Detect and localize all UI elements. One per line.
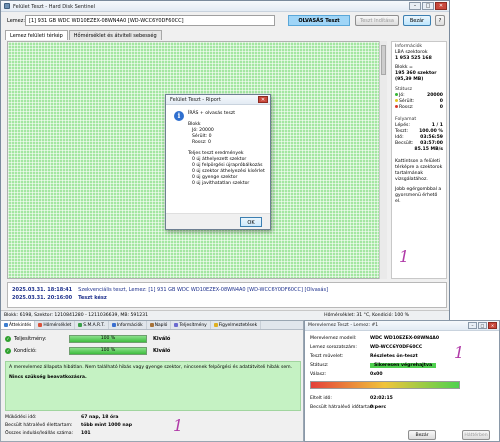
health-message: A merevlemez állapota hibátlan. Nem talá…	[5, 361, 301, 411]
report-line: 0 új javíthatatlan szektor	[192, 181, 250, 186]
log-icon	[149, 323, 154, 327]
status-bar: Blokk: 6198, Szektor: 1210841280 - 12110…	[1, 310, 449, 320]
status-right: Hőmérséklet: 31 °C, Kondíció: 100 %	[324, 313, 409, 318]
tab-surface-map[interactable]: Lemez felületi térkép	[5, 30, 68, 40]
hint-rightclick: Jobb egérgombbal a gyorsmenü érhető el.	[395, 187, 442, 204]
close-button[interactable]: Bezár	[403, 15, 431, 26]
performance-bar: 100 %	[69, 335, 147, 343]
overview-tabs: Áttekintés Hőmérséklet S.M.A.R.T. Inform…	[1, 321, 303, 330]
ok-button[interactable]: OK	[240, 217, 262, 227]
stat-row: Működési idő: 67 nap, 18 óra	[5, 415, 119, 420]
info-icon	[111, 323, 116, 327]
log-line: 2025.03.31. 18:18:41 Szekvenciális teszt,…	[12, 287, 329, 293]
help-icon[interactable]: ?	[435, 15, 445, 26]
overview-panel: Áttekintés Hőmérséklet S.M.A.R.T. Inform…	[0, 320, 304, 442]
log-line: 2025.03.31. 20:16:00 Teszt kész	[12, 295, 107, 301]
app-icon	[4, 3, 10, 9]
overview-stats: Működési idő: 67 nap, 18 óra Becsült hátr…	[5, 414, 301, 438]
selftest-titlebar[interactable]: Merevlemez Teszt - Lemez: #1 – □ ✕	[305, 321, 499, 331]
maximize-icon[interactable]: □	[422, 2, 434, 10]
close-icon[interactable]: ✕	[435, 2, 447, 10]
performance-row: ✓ Teljesítmény: 100 % Kiváló	[5, 335, 171, 343]
tab-smart[interactable]: S.M.A.R.T.	[75, 321, 109, 329]
check-icon: ✓	[5, 336, 11, 342]
selftest-status-badge: Sikeresen végrehajtva	[370, 363, 437, 368]
scrollbar-thumb[interactable]	[381, 45, 386, 75]
overview-icon	[4, 323, 8, 327]
health-bar: 100 %	[69, 347, 147, 355]
info-panel: Információk LBA szektorok 1 953 525 168 …	[391, 41, 447, 279]
close-icon[interactable]: ✕	[258, 96, 268, 103]
start-test-button[interactable]: Teszt Indítása	[355, 15, 399, 26]
handwritten-annotation: 1	[399, 247, 410, 266]
disk-label: Lemez:	[7, 18, 26, 24]
selftest-progress-bar	[310, 381, 460, 389]
health-row: ✓ Kondíció: 100 % Kiváló	[5, 347, 171, 355]
disk-select[interactable]: [1] 931 GB WDC WD10EZEX-08WN4A0 [WD-WCC6…	[25, 15, 275, 26]
minimize-icon[interactable]: –	[409, 2, 421, 10]
close-icon[interactable]: ✕	[488, 322, 497, 329]
stat-row: Becsült hátralévő élettartam: több mint 1…	[5, 423, 132, 428]
test-status-badge: OLVASÁS Teszt	[288, 15, 350, 26]
red-dot-icon	[395, 105, 398, 108]
report-title: Felület Teszt - Riport	[170, 97, 221, 103]
background-button[interactable]: Háttérben	[462, 430, 490, 440]
close-button[interactable]: Bezár	[408, 430, 436, 440]
tab-overview[interactable]: Áttekintés	[1, 321, 36, 329]
speedometer-icon	[174, 323, 179, 327]
info-icon: i	[174, 111, 184, 121]
check-icon: ✓	[5, 348, 11, 354]
main-titlebar[interactable]: Felület Teszt - Hard Disk Sentinel – □ ✕	[1, 1, 449, 12]
yellow-dot-icon	[395, 99, 398, 102]
view-tabs: Lemez felületi térkép Hőmérséklet és átv…	[5, 30, 162, 40]
report-dialog: Felület Teszt - Riport ✕ i ÍRÁS + olvasá…	[165, 94, 271, 230]
selftest-title: Merevlemez Teszt - Lemez: #1	[308, 323, 379, 328]
tab-log[interactable]: Napló	[147, 321, 172, 329]
alert-icon	[213, 323, 218, 327]
report-titlebar[interactable]: Felület Teszt - Riport ✕	[166, 95, 270, 105]
tab-temperature-speed[interactable]: Hőmérséklet és átviteli sebesség	[68, 30, 162, 40]
event-log: 2025.03.31. 18:18:41 Szekvenciális teszt,…	[7, 282, 447, 308]
maximize-icon[interactable]: □	[478, 322, 487, 329]
tab-performance[interactable]: Teljesítmény	[171, 321, 211, 329]
tab-alerts[interactable]: Figyelmeztetések	[211, 321, 262, 329]
thermometer-icon	[38, 323, 43, 327]
tab-temperature[interactable]: Hőmérséklet	[35, 321, 76, 329]
window-title: Felület Teszt - Hard Disk Sentinel	[13, 4, 95, 10]
map-scrollbar[interactable]	[379, 41, 387, 279]
stat-row: Összes indulás/leállás száma: 101	[5, 431, 91, 436]
green-dot-icon	[395, 93, 398, 96]
health-message-bold: Nincs szükség beavatkozásra.	[9, 375, 87, 380]
tab-information[interactable]: Információk	[109, 321, 147, 329]
smart-icon	[78, 323, 83, 327]
status-left: Blokk: 6198, Szektor: 1210841280 - 12110…	[4, 313, 149, 318]
hint-click: Kattintson a felületi térképre a szektor…	[395, 159, 443, 182]
disk-row: Lemez: [1] 931 GB WDC WD10EZEX-08WN4A0 […	[5, 15, 445, 27]
handwritten-annotation: 1	[454, 343, 465, 362]
minimize-icon[interactable]: –	[468, 322, 477, 329]
handwritten-annotation: 1	[173, 416, 184, 435]
